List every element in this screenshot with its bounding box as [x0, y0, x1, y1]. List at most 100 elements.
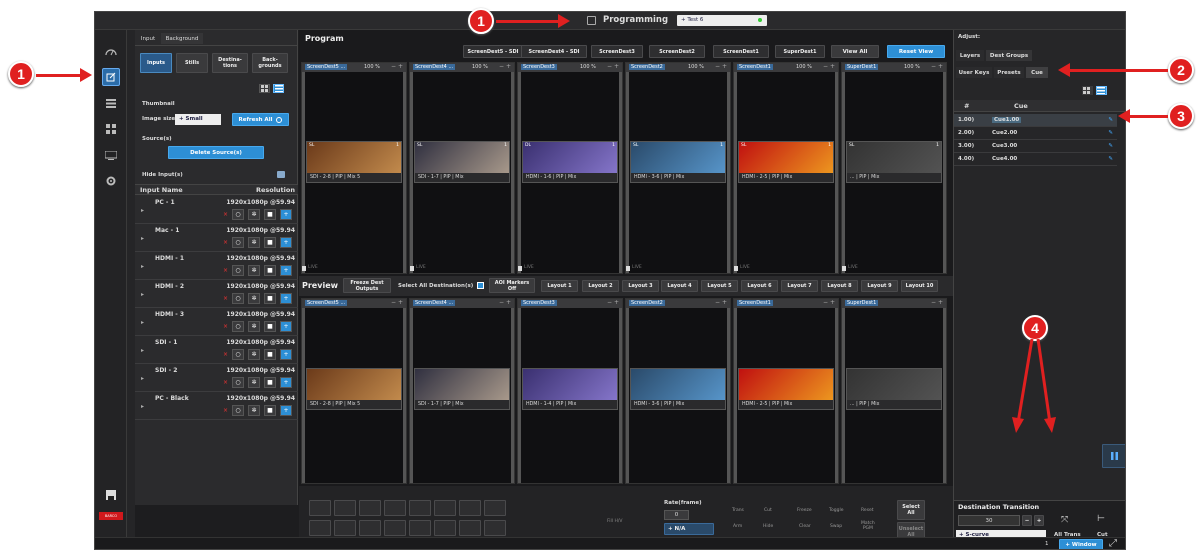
expand-icon[interactable]: ▸	[141, 319, 144, 326]
input-row[interactable]: ▸ PC - Black 1920x1080p @59.94 × ○ ✲ ■ +	[135, 392, 298, 420]
zoom-controls[interactable]: − +	[499, 299, 511, 306]
destination-tile[interactable]: ScreenDest1 100 % − + SL 1 HDMI - 2-5 | PIP |…	[733, 62, 839, 274]
layer-thumbnail[interactable]: SL 1 SDI - 1-7 | PIP | Mix	[414, 141, 510, 183]
expand-icon[interactable]: ▸	[141, 291, 144, 298]
tile-scroll-left[interactable]	[302, 308, 305, 483]
layer-thumbnail[interactable]: SL 1 SDI - 2-8 | PIP | Mix 5	[306, 141, 402, 183]
freeze-dest-button[interactable]: Freeze Dest Outputs	[343, 278, 391, 293]
select-all-button[interactable]: Select All	[897, 500, 925, 520]
freeze-icon[interactable]: ✲	[248, 405, 260, 416]
tile-scroll-left[interactable]	[626, 308, 629, 483]
reload-icon[interactable]: ○	[232, 321, 244, 332]
align-tool-button[interactable]	[434, 500, 456, 516]
reset-label[interactable]: Reset	[861, 508, 874, 513]
input-row[interactable]: ▸ HDMI - 1 1920x1080p @59.94 × ○ ✲ ■ +	[135, 252, 298, 280]
freeze-icon[interactable]: ✲	[248, 321, 260, 332]
layout-button[interactable]: Layout 10	[901, 280, 938, 292]
destination-tile[interactable]: ScreenDest5 ... − + SDI - 2-8 | PIP | Mix …	[301, 298, 407, 484]
align-tool-button[interactable]	[409, 520, 431, 536]
input-row[interactable]: ▸ SDI - 2 1920x1080p @59.94 × ○ ✲ ■ +	[135, 364, 298, 392]
destination-tile[interactable]: ScreenDest1 − + HDMI - 2-5 | PIP | Mix	[733, 298, 839, 484]
align-tool-button[interactable]	[409, 500, 431, 516]
align-tool-button[interactable]	[384, 500, 406, 516]
remove-icon[interactable]: ×	[223, 323, 228, 330]
trans-label[interactable]: Trans	[732, 508, 744, 513]
freeze-icon[interactable]: ✲	[248, 377, 260, 388]
cue-row[interactable]: 3.00) Cue3.00 ✎	[954, 140, 1117, 153]
destination-tile[interactable]: ScreenDest3 100 % − + DL 1 HDMI - 1-6 | PIP |…	[517, 62, 623, 274]
select-all-checkbox[interactable]	[477, 282, 484, 289]
layer-thumbnail[interactable]: HDMI - 1-4 | PIP | Mix	[522, 368, 618, 410]
tile-zoom[interactable]: 100 %	[472, 64, 488, 70]
camera-icon[interactable]: ■	[264, 293, 276, 304]
add-icon[interactable]: +	[280, 209, 292, 220]
reload-icon[interactable]: ○	[232, 265, 244, 276]
freeze-icon[interactable]: ✲	[248, 265, 260, 276]
dest-button[interactable]: ScreenDest1	[713, 45, 769, 58]
cue-row[interactable]: 4.00) Cue4.00 ✎	[954, 153, 1117, 166]
tile-scroll-left[interactable]	[410, 308, 413, 483]
reset-view-button[interactable]: Reset View	[887, 45, 945, 58]
tile-scroll-right[interactable]	[943, 72, 946, 273]
tab-cue[interactable]: Cue	[1026, 67, 1048, 78]
tile-scroll-right[interactable]	[511, 72, 514, 273]
list-icon[interactable]	[102, 94, 120, 112]
expand-icon[interactable]: ▸	[141, 347, 144, 354]
camera-icon[interactable]: ■	[264, 209, 276, 220]
layer-thumbnail[interactable]: DL 1 HDMI - 1-6 | PIP | Mix	[522, 141, 618, 183]
tab-dest-groups[interactable]: Dest Groups	[986, 50, 1032, 61]
layout-button[interactable]: Layout 6	[741, 280, 778, 292]
align-tool-button[interactable]	[334, 500, 356, 516]
align-tool-button[interactable]	[484, 520, 506, 536]
dest-button[interactable]: ScreenDest2	[649, 45, 705, 58]
tile-scroll-left[interactable]	[734, 308, 737, 483]
align-tool-button[interactable]	[309, 520, 331, 536]
freeze-label[interactable]: Freeze	[797, 508, 812, 513]
reload-icon[interactable]: ○	[232, 237, 244, 248]
tile-scroll-right[interactable]	[727, 72, 730, 273]
add-icon[interactable]: +	[280, 349, 292, 360]
clear-label[interactable]: Clear	[799, 524, 811, 529]
layout-button[interactable]: Layout 2	[582, 280, 619, 292]
tile-zoom[interactable]: 100 %	[904, 64, 920, 70]
list-view-icon[interactable]	[273, 84, 284, 93]
input-row[interactable]: ▸ SDI - 1 1920x1080p @59.94 × ○ ✲ ■ +	[135, 336, 298, 364]
window-button[interactable]: + Window	[1059, 539, 1103, 549]
grid-view-icon[interactable]	[259, 84, 270, 93]
layout-button[interactable]: Layout 1	[541, 280, 578, 292]
dest-button[interactable]: ScreenDest5 - SDI	[463, 45, 523, 58]
dest-button[interactable]: SuperDest1	[775, 45, 825, 58]
subtab-inputs[interactable]: Inputs	[140, 53, 172, 73]
add-icon[interactable]: +	[280, 321, 292, 332]
align-tool-button[interactable]	[359, 520, 381, 536]
camera-icon[interactable]: ■	[264, 321, 276, 332]
tile-scroll-right[interactable]	[511, 308, 514, 483]
arm-label[interactable]: Arm	[733, 524, 742, 529]
layout-button[interactable]: Layout 5	[701, 280, 738, 292]
zoom-controls[interactable]: − +	[607, 299, 619, 306]
freeze-icon[interactable]: ✲	[248, 209, 260, 220]
remove-icon[interactable]: ×	[223, 239, 228, 246]
align-tool-button[interactable]	[309, 500, 331, 516]
tile-scroll-right[interactable]	[403, 308, 406, 483]
align-tool-button[interactable]	[384, 520, 406, 536]
cue-edit-icon[interactable]: ✎	[1108, 143, 1113, 149]
layout-button[interactable]: Layout 4	[661, 280, 698, 292]
zoom-controls[interactable]: − +	[715, 63, 727, 70]
layout-button[interactable]: Layout 3	[622, 280, 659, 292]
tile-scroll-right[interactable]	[403, 72, 406, 273]
subtab-stills[interactable]: Stills	[176, 53, 208, 73]
expand-icon[interactable]: ▸	[141, 235, 144, 242]
input-row[interactable]: ▸ PC - 1 1920x1080p @59.94 × ○ ✲ ■ +	[135, 196, 298, 224]
delete-sources-button[interactable]: Delete Source(s)	[168, 146, 264, 159]
add-icon[interactable]: +	[280, 237, 292, 248]
preset-field[interactable]: + Test 6	[677, 15, 767, 26]
cut-label[interactable]: Cut	[764, 508, 772, 513]
input-row[interactable]: ▸ HDMI - 3 1920x1080p @59.94 × ○ ✲ ■ +	[135, 308, 298, 336]
na-select[interactable]: + N/A	[664, 523, 714, 535]
destination-tile[interactable]: ScreenDest3 − + HDMI - 1-4 | PIP | Mix	[517, 298, 623, 484]
zoom-controls[interactable]: − +	[715, 299, 727, 306]
layer-thumbnail[interactable]: HDMI - 2-5 | PIP | Mix	[738, 368, 834, 410]
zoom-controls[interactable]: − +	[823, 299, 835, 306]
subtab-destinations[interactable]: Destina- tions	[212, 53, 248, 73]
